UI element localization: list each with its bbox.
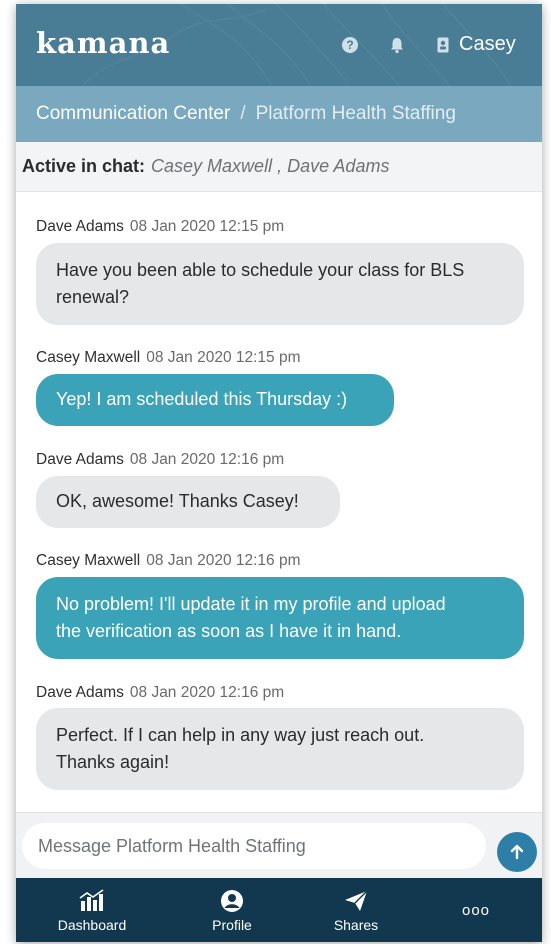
message-sender: Dave Adams (36, 451, 124, 468)
message-sender: Casey Maxwell (36, 349, 141, 366)
breadcrumb-root[interactable]: Communication Center (36, 103, 230, 125)
message-sender: Dave Adams (36, 218, 124, 235)
app-frame: kamana ? Casey Communication Center / Pl… (0, 0, 551, 944)
bar-chart-icon (79, 889, 104, 911)
nav-profile[interactable]: Profile (192, 878, 272, 942)
message-line: OK, awesome! Thanks Casey! (56, 491, 299, 511)
nav-label: Profile (212, 917, 252, 933)
message-meta: Casey Maxwell 08 Jan 2020 12:16 pm (36, 552, 301, 570)
profile-icon (221, 890, 243, 912)
arrow-up-icon (510, 844, 524, 860)
more-icon: ooo (461, 901, 491, 919)
nav-more[interactable]: ooo (446, 878, 506, 942)
message-time: 08 Jan 2020 12:16 pm (129, 684, 285, 701)
message-composer (16, 812, 542, 879)
incoming-message-bubble: Have you been able to schedule your clas… (36, 243, 524, 325)
nav-dashboard[interactable]: Dashboard (52, 878, 132, 942)
nav-label: Shares (333, 917, 379, 933)
message-sender: Dave Adams (36, 684, 124, 701)
svg-text:?: ? (346, 38, 353, 52)
active-participants-bar: Active in chat: Casey Maxwell , Dave Ada… (16, 142, 542, 192)
user-name[interactable]: Casey (459, 33, 516, 56)
nav-shares[interactable]: Shares (316, 878, 396, 942)
message-meta: Dave Adams 08 Jan 2020 12:16 pm (36, 451, 284, 469)
message-time: 08 Jan 2020 12:16 pm (146, 552, 301, 569)
app-logo[interactable]: kamana (36, 26, 170, 60)
message-meta: Dave Adams 08 Jan 2020 12:16 pm (36, 684, 284, 702)
message-line: renewal? (56, 287, 130, 307)
message-time: 08 Jan 2020 12:16 pm (129, 451, 285, 468)
help-icon[interactable]: ? (341, 36, 359, 54)
nav-label: Dashboard (57, 917, 127, 933)
bell-icon[interactable] (388, 36, 406, 54)
message-sender: Casey Maxwell (36, 552, 141, 569)
message-time: 08 Jan 2020 12:15 pm (129, 218, 285, 235)
phone-screen: kamana ? Casey Communication Center / Pl… (16, 4, 542, 942)
breadcrumb-current: Platform Health Staffing (255, 103, 456, 124)
user-badge-icon[interactable] (434, 36, 452, 54)
message-line: Yep! I am scheduled this Thursday :) (56, 389, 348, 409)
message-line: Perfect. If I can help in any way just r… (56, 725, 425, 745)
bottom-nav: Dashboard Profile Shares ooo (16, 878, 542, 942)
active-names: Casey Maxwell , Dave Adams (151, 156, 390, 176)
app-header: kamana ? Casey (16, 4, 542, 86)
send-button[interactable] (497, 832, 537, 872)
message-line: the verification as soon as I have it in… (56, 621, 402, 641)
outgoing-message-bubble: No problem! I'll update it in my profile… (36, 577, 524, 659)
message-line: Have you been able to schedule your clas… (56, 260, 465, 280)
message-line: Thanks again! (56, 752, 170, 772)
incoming-message-bubble: Perfect. If I can help in any way just r… (36, 708, 524, 790)
outgoing-message-bubble: Yep! I am scheduled this Thursday :) (36, 374, 394, 426)
message-line: No problem! I'll update it in my profile… (56, 594, 446, 614)
breadcrumb: Communication Center / Platform Health S… (16, 86, 542, 142)
active-label: Active in chat: (22, 156, 146, 176)
incoming-message-bubble: OK, awesome! Thanks Casey! (36, 476, 340, 528)
message-meta: Casey Maxwell 08 Jan 2020 12:15 pm (36, 349, 301, 367)
paper-plane-icon (345, 890, 368, 911)
message-input[interactable] (22, 823, 486, 869)
message-time: 08 Jan 2020 12:15 pm (146, 349, 301, 366)
breadcrumb-separator: / (240, 103, 246, 124)
message-meta: Dave Adams 08 Jan 2020 12:15 pm (36, 218, 284, 236)
